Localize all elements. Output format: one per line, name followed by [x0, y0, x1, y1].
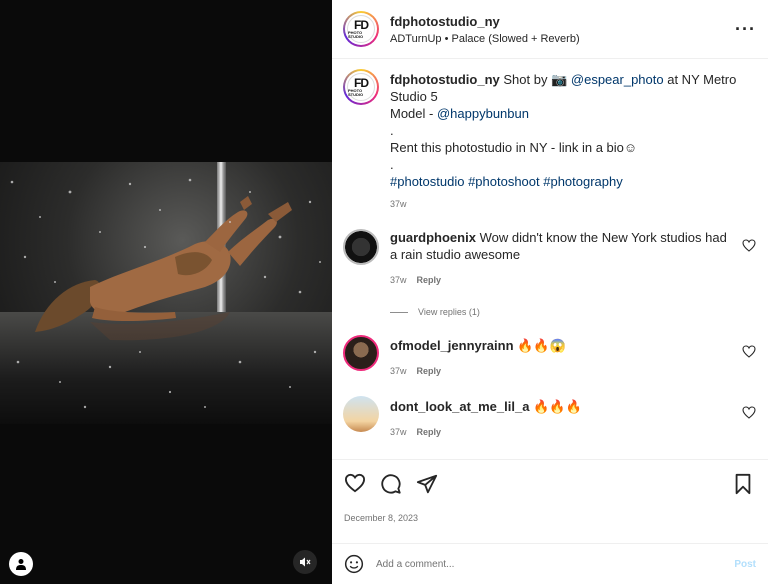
model-mention[interactable]: @happybunbun [437, 106, 529, 121]
comment-text: 🔥🔥🔥 [533, 399, 582, 414]
tagged-user-button[interactable] [9, 552, 33, 576]
mute-button[interactable] [293, 550, 317, 574]
heart-icon [344, 473, 366, 493]
like-button[interactable] [344, 473, 368, 497]
heart-icon[interactable] [742, 239, 756, 252]
comments-list[interactable]: FD PHOTO STUDIO fdphotostudio_ny Shot by… [332, 59, 768, 459]
comment-item: guardphoenix Wow didn't know the New Yor… [343, 229, 756, 289]
post-viewer: FD PHOTO STUDIO fdphotostudio_ny ADTurnU… [0, 0, 768, 584]
comment-bubble-icon [381, 474, 401, 494]
author-username[interactable]: fdphotostudio_ny [390, 14, 735, 29]
post-header: FD PHOTO STUDIO fdphotostudio_ny ADTurnU… [332, 0, 768, 59]
comment-time[interactable]: 37w [390, 275, 407, 285]
person-icon [16, 559, 26, 570]
comment-item: dont_look_at_me_lil_a 🔥🔥🔥 37w Reply [343, 396, 756, 441]
caption: FD PHOTO STUDIO fdphotostudio_ny Shot by… [343, 69, 756, 213]
comment-input[interactable] [376, 558, 735, 570]
audio-track-link[interactable]: ADTurnUp • Palace (Slowed + Reverb) [390, 33, 735, 45]
comment-text: 🔥🔥😱 [517, 338, 566, 353]
comment-button[interactable] [380, 473, 404, 497]
heart-icon[interactable] [742, 345, 756, 358]
post-button[interactable]: Post [734, 559, 756, 570]
commenter-avatar[interactable] [343, 229, 379, 265]
comment-username[interactable]: dont_look_at_me_lil_a [390, 399, 529, 414]
details-pane: FD PHOTO STUDIO fdphotostudio_ny ADTurnU… [332, 0, 768, 584]
more-horizontal-icon[interactable]: ··· [735, 20, 756, 38]
commenter-avatar[interactable] [343, 396, 379, 432]
comment-username[interactable]: guardphoenix [390, 230, 476, 245]
emoji-icon[interactable] [344, 554, 364, 574]
heart-icon[interactable] [742, 406, 756, 419]
reply-button[interactable]: Reply [417, 275, 442, 285]
post-video[interactable] [0, 162, 332, 424]
reply-button[interactable]: Reply [417, 366, 442, 376]
post-date[interactable]: December 8, 2023 [332, 510, 768, 543]
studio-logo: FD PHOTO STUDIO [347, 15, 375, 43]
share-button[interactable] [416, 473, 440, 497]
save-button[interactable] [732, 473, 756, 497]
model-figure [10, 178, 321, 409]
caption-username[interactable]: fdphotostudio_ny [390, 72, 500, 87]
comment-item: ofmodel_jennyrainn 🔥🔥😱 37w Reply [343, 335, 756, 380]
comment-time[interactable]: 37w [390, 427, 407, 437]
bookmark-icon [735, 473, 751, 495]
add-comment-bar: Post [332, 543, 768, 584]
comment-time[interactable]: 37w [390, 366, 407, 376]
comment-username[interactable]: ofmodel_jennyrainn [390, 338, 514, 353]
commenter-avatar[interactable] [343, 335, 379, 371]
view-replies-button[interactable]: View replies (1) [390, 307, 756, 317]
paper-plane-icon [416, 474, 438, 494]
hashtags[interactable]: #photostudio #photoshoot #photography [390, 173, 756, 190]
caption-text: Rent this photostudio in NY - link in a … [390, 140, 638, 155]
author-avatar[interactable]: FD PHOTO STUDIO [343, 11, 379, 47]
media-pane[interactable] [0, 0, 332, 584]
caption-time[interactable]: 37w [390, 199, 407, 209]
photographer-mention[interactable]: @espear_photo [571, 72, 664, 87]
action-bar [332, 459, 768, 510]
reply-button[interactable]: Reply [417, 427, 442, 437]
caption-avatar[interactable]: FD PHOTO STUDIO [343, 69, 379, 105]
speaker-muted-icon [300, 557, 311, 567]
